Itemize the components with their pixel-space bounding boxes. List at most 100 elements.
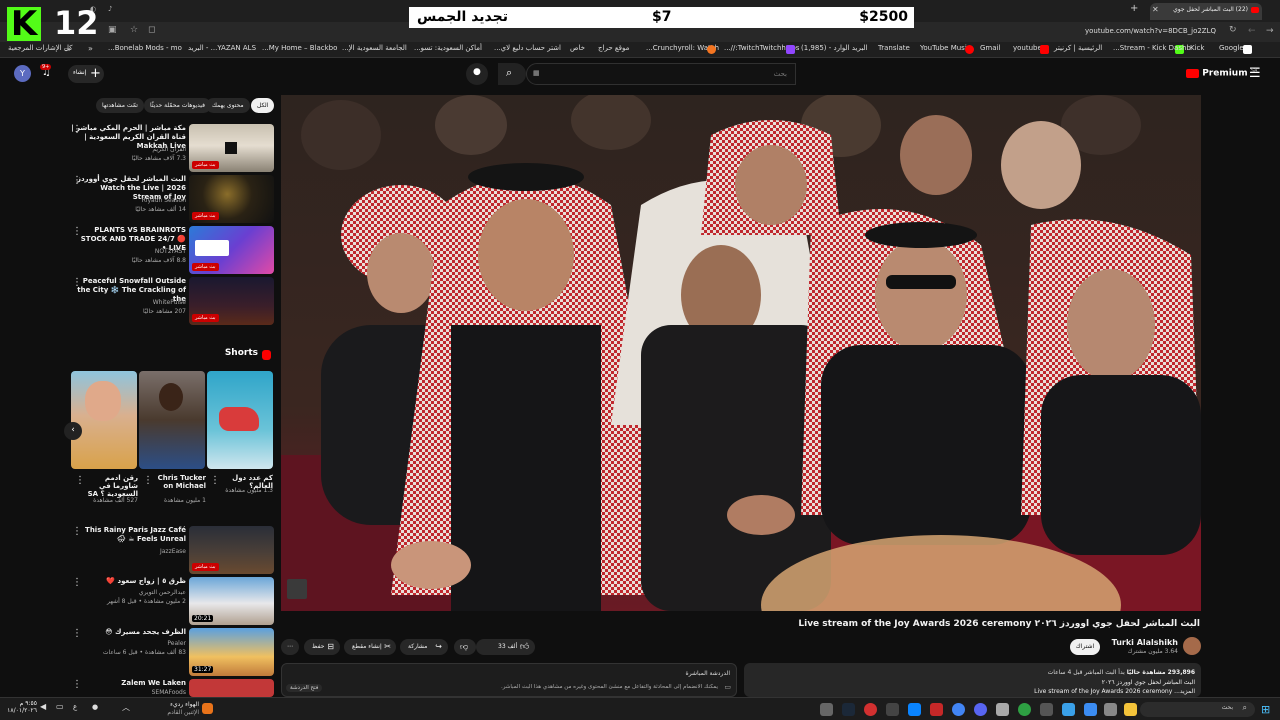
like-button[interactable]: 👍︎ 33 ألف	[476, 639, 536, 655]
channel-name[interactable]: Pealer	[71, 640, 186, 648]
sound-icon[interactable]: ♪	[108, 5, 112, 13]
bookmark-item[interactable]: البريد الوارد - (1,985)	[801, 44, 868, 52]
video-title[interactable]: الظرف يجحد مسيرك 😳	[71, 628, 186, 637]
bookmark-item[interactable]: My Home – Blackbo...	[262, 44, 337, 52]
bookmark-item[interactable]: youtube	[1013, 44, 1042, 52]
tab-close-icon[interactable]: ✕	[1152, 5, 1159, 14]
more-options-icon[interactable]: ⋮	[72, 125, 82, 135]
chip-recently-uploaded[interactable]: فيديوهات محمّلة حديثًا	[144, 98, 211, 113]
network-icon[interactable]: ▭	[56, 702, 64, 711]
more-options-icon[interactable]: ⋮	[72, 176, 82, 186]
video-thumbnail[interactable]: بث مباشر	[189, 124, 274, 172]
bookmark-item[interactable]: الرئيسية | كرنيتر	[1054, 44, 1102, 52]
keyboard-icon[interactable]: ▦	[533, 69, 540, 77]
video-thumbnail[interactable]: 31:27	[189, 628, 274, 676]
video-title[interactable]: This Rainy Paris Jazz Café Feels Unreal …	[71, 526, 186, 544]
short-title[interactable]: Chris Tucker on Michael	[150, 474, 206, 490]
more-options-icon[interactable]: ⋮	[72, 278, 82, 288]
browser-tab-active[interactable]: ✕ (22) البث المباشر لحفل جوي	[1150, 3, 1262, 20]
video-thumbnail[interactable]: بث مباشر	[189, 226, 274, 274]
bookmark-item[interactable]: Bonelab Mods - mo...	[108, 44, 182, 52]
more-options-icon[interactable]: ⋮	[72, 578, 82, 588]
short-title[interactable]: رقن ادمم شاورما في السعودية ؟ SA	[82, 474, 138, 498]
app-icon[interactable]	[864, 703, 877, 716]
channel-name[interactable]: عبدالرحمن التويري	[71, 589, 186, 597]
video-player[interactable]	[281, 95, 1201, 611]
video-title[interactable]: Zalem We Laken	[71, 679, 186, 688]
bookmark-item[interactable]: اشتر حساب دليع لاي...	[494, 44, 561, 52]
chip-all[interactable]: الكل	[251, 98, 275, 113]
volume-icon[interactable]: ◀	[40, 702, 46, 711]
more-actions-button[interactable]: ⋯	[281, 639, 299, 655]
list-item[interactable]: بث مباشر البث المباشر لحفل جوي أووردز 20…	[62, 175, 274, 223]
channel-watermark[interactable]	[287, 579, 307, 599]
app-icon[interactable]	[1084, 703, 1097, 716]
bookmarks-overflow-icon[interactable]: »	[88, 44, 93, 53]
all-bookmarks-link[interactable]: كل الإشارات المرجعية	[8, 44, 73, 52]
chip-watched[interactable]: تمّت مشاهدتها	[96, 98, 144, 113]
list-item[interactable]: بث مباشر مكة مباشر | الحرم المكي مباشر |…	[62, 124, 274, 172]
app-icon[interactable]	[1104, 703, 1117, 716]
back-icon[interactable]: →	[1266, 26, 1274, 36]
bookmark-item[interactable]: خاص	[570, 44, 585, 52]
channel-name[interactable]: القرآن الكريم	[71, 146, 186, 154]
chip-for-you[interactable]: محتوى يهمك	[206, 98, 250, 113]
clock[interactable]: ٩:٥٥ م ١٨/٠١/٢٠٢٦	[5, 700, 37, 714]
search-input[interactable]	[537, 68, 787, 80]
notifications-button[interactable]: ♫ 9+	[40, 64, 56, 82]
channel-name[interactable]: JazzEase	[71, 548, 186, 556]
voice-search-button[interactable]: ●	[466, 63, 488, 85]
windows-start-icon[interactable]: ⊞	[1261, 703, 1270, 716]
steam-icon[interactable]	[842, 703, 855, 716]
xbox-icon[interactable]	[1018, 703, 1031, 716]
discord-icon[interactable]	[974, 703, 987, 716]
url-text[interactable]: youtube.com/watch?v=8DCB_jo2ZLQ	[1085, 27, 1216, 35]
taskbar-search[interactable]: بحث ⌕	[1140, 702, 1255, 717]
video-thumbnail[interactable]: بث مباشر	[189, 526, 274, 574]
video-thumbnail[interactable]: بث مباشر	[189, 175, 274, 223]
channel-avatar[interactable]	[1183, 637, 1201, 655]
list-item[interactable]: بث مباشر This Rainy Paris Jazz Café Feel…	[62, 526, 274, 574]
list-item[interactable]: Zalem We Laken SEMAFoods ⋮	[62, 679, 274, 697]
more-options-icon[interactable]: ⋮	[75, 476, 85, 486]
app-icon[interactable]	[886, 703, 899, 716]
bookmark-item[interactable]: Google	[1219, 44, 1244, 52]
app-icon[interactable]	[1062, 703, 1075, 716]
bookmark-item[interactable]: YouTube Music	[920, 44, 971, 52]
search-button[interactable]: ⌕	[498, 63, 526, 85]
app-icon[interactable]	[820, 703, 833, 716]
open-chat-button[interactable]: فتح الدردشة	[286, 684, 323, 692]
short-thumbnail[interactable]	[207, 371, 273, 469]
channel-name[interactable]: Riyadh Season	[71, 197, 186, 205]
more-options-icon[interactable]: ⋮	[72, 629, 82, 639]
search-box[interactable]: ▦	[526, 63, 796, 85]
language-indicator[interactable]: ع	[73, 703, 77, 711]
star-icon[interactable]: ☆	[130, 25, 138, 35]
chrome-icon[interactable]	[952, 703, 965, 716]
app-icon[interactable]	[930, 703, 943, 716]
app-icon[interactable]	[996, 703, 1009, 716]
subscribe-button[interactable]: اشتراك	[1070, 639, 1100, 655]
more-options-icon[interactable]: ⋮	[143, 476, 153, 486]
new-tab-icon[interactable]: +	[1130, 3, 1138, 14]
avatar[interactable]: Y	[14, 65, 31, 82]
list-item[interactable]: 20:21 ظرق ٥ | زواج سعود ❤️ عبدالرحمن الت…	[62, 577, 274, 625]
bookmark-item[interactable]: الجامعة السعودية الإ...	[342, 44, 407, 52]
save-button[interactable]: حفظ ⊟	[304, 639, 340, 655]
forward-icon[interactable]: ←	[1248, 26, 1256, 36]
bookmark-item[interactable]: Stream - Kick Dashb...	[1113, 44, 1191, 52]
video-thumbnail[interactable]	[189, 679, 274, 697]
more-options-icon[interactable]: ⋮	[210, 476, 220, 486]
video-thumbnail[interactable]: بث مباشر	[189, 277, 274, 325]
short-thumbnail[interactable]	[139, 371, 205, 469]
channel-name[interactable]: Turki Alalshikh	[1100, 638, 1178, 647]
app-icon[interactable]	[1040, 703, 1053, 716]
clip-button[interactable]: إنشاء مقطع ✂	[344, 639, 396, 655]
more-options-icon[interactable]: ⋮	[72, 527, 82, 537]
channel-name[interactable]: SEMAFoods	[71, 689, 186, 697]
youtube-logo[interactable]: Premium SA	[1186, 68, 1257, 79]
video-title[interactable]: ظرق ٥ | زواج سعود ❤️	[71, 577, 186, 586]
bookmark-item[interactable]: موقع حراج	[598, 44, 629, 52]
channel-name[interactable]: WhitePulse	[71, 299, 186, 307]
list-item[interactable]: 31:27 الظرف يجحد مسيرك 😳 Pealer 83 ألف م…	[62, 628, 274, 676]
